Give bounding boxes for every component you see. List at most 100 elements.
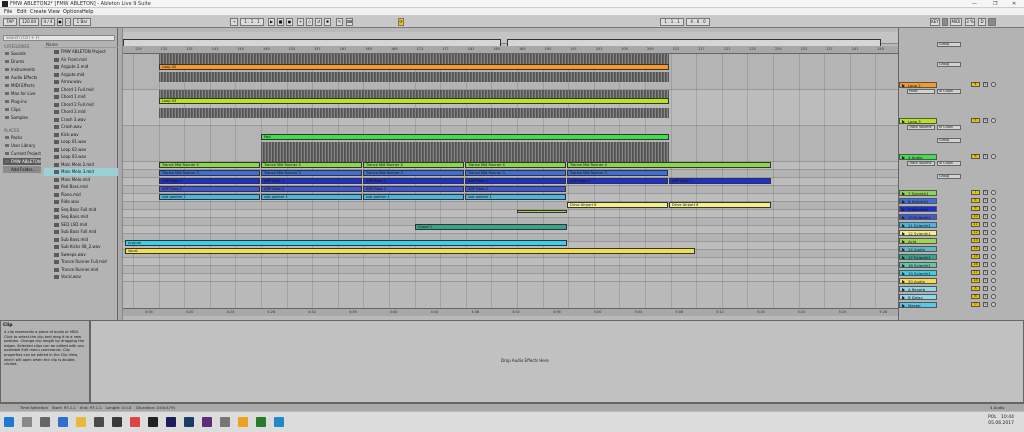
fold-arrow-icon[interactable]: [902, 120, 905, 123]
app-icon-1[interactable]: [112, 417, 122, 427]
solo-button[interactable]: S: [983, 214, 988, 219]
solo-button[interactable]: S: [983, 154, 988, 159]
category-audio-effects[interactable]: Audio Effects: [3, 74, 41, 81]
reenable-automation-icon[interactable]: ↺: [315, 18, 322, 26]
follow-arrow-icon[interactable]: →: [230, 18, 238, 26]
app-icon-2[interactable]: [130, 417, 140, 427]
track-lane[interactable]: [123, 266, 899, 274]
file-item[interactable]: Chord 2.mid: [44, 108, 118, 116]
solo-button[interactable]: S: [983, 294, 988, 299]
fold-arrow-icon[interactable]: [902, 240, 905, 243]
arm-record-button[interactable]: [991, 294, 996, 299]
automation-chooser[interactable]: Mute: [907, 89, 935, 94]
solo-button[interactable]: S: [983, 286, 988, 291]
file-item[interactable]: Arrow.wav: [44, 78, 118, 86]
track-name[interactable]: A Reverb: [899, 286, 937, 292]
automation-arm-icon[interactable]: ◇: [306, 18, 313, 26]
arrangement-clip[interactable]: Drive Airport 6: [567, 202, 668, 208]
file-item[interactable]: Seq Bass Full.mid: [44, 206, 118, 214]
track-activator[interactable]: 9: [971, 206, 980, 211]
metronome-icon[interactable]: ●: [57, 18, 63, 26]
key-map-button[interactable]: KEY: [930, 18, 940, 26]
app-icon-6[interactable]: [274, 417, 284, 427]
solo-button[interactable]: S: [983, 270, 988, 275]
track-name[interactable]: Loop 2: [899, 82, 937, 88]
file-item[interactable]: Chord 1.mid: [44, 93, 118, 101]
language-indicator[interactable]: POL: [988, 415, 997, 420]
track-activator[interactable]: 14: [971, 246, 980, 251]
maximize-button[interactable]: ❐: [993, 1, 997, 7]
file-item[interactable]: Trance Runner Full.mid: [44, 258, 118, 266]
file-item[interactable]: Main Melo 2.mid: [44, 161, 118, 169]
after-effects-icon[interactable]: [202, 417, 212, 427]
group-chooser[interactable]: Group: [937, 174, 961, 179]
minimize-button[interactable]: —: [972, 1, 977, 7]
fold-arrow-icon[interactable]: [902, 256, 905, 259]
search-icon[interactable]: [22, 417, 32, 427]
file-item[interactable]: Crash.wav: [44, 123, 118, 131]
arrangement-clip[interactable]: sub pointer 1: [159, 194, 260, 200]
fold-arrow-icon[interactable]: [902, 288, 905, 291]
device-view[interactable]: Drop Audio Effects Here: [90, 320, 1024, 403]
solo-button[interactable]: S: [983, 198, 988, 203]
file-item[interactable]: Kick.wav: [44, 131, 118, 139]
beat-ruler[interactable]: 129 133 137 141 145 149 153 157 161 165 169 173 177 1…: [123, 46, 899, 54]
fold-arrow-icon[interactable]: [902, 216, 905, 219]
fold-arrow-icon[interactable]: [902, 264, 905, 267]
track-name[interactable]: 11 Sylenth1: [899, 222, 937, 228]
track-lane[interactable]: [123, 274, 899, 282]
solo-button[interactable]: S: [983, 302, 988, 307]
midi-map-button[interactable]: MIDI: [950, 18, 962, 26]
category-midi-effects[interactable]: MIDI Effects: [3, 82, 41, 89]
record-icon[interactable]: ●: [286, 18, 293, 26]
track-activator[interactable]: 8: [971, 198, 980, 203]
file-item[interactable]: SEQ LSD.mid: [44, 221, 118, 229]
track-activator[interactable]: 10: [971, 214, 980, 219]
solo-button[interactable]: S: [983, 238, 988, 243]
play-icon[interactable]: ▶: [268, 18, 275, 26]
draw-mode-icon[interactable]: ✎: [336, 18, 343, 26]
track-name[interactable]: 20 Audio: [899, 278, 937, 284]
arrangement-clip[interactable]: Trance Mid Runner 3: [465, 170, 566, 176]
arm-record-button[interactable]: [991, 82, 996, 87]
arrangement-clip[interactable]: Loop 03: [159, 98, 669, 104]
explorer-icon[interactable]: [76, 417, 86, 427]
overdub-icon[interactable]: +: [297, 18, 304, 26]
input-chooser[interactable]: In Chain: [937, 125, 961, 130]
arrangement-clip[interactable]: Trance Mid Runner 4: [363, 162, 464, 168]
fold-arrow-icon[interactable]: [902, 84, 905, 87]
track-activator[interactable]: A: [971, 286, 980, 291]
place-current-project[interactable]: Current Project: [3, 150, 41, 157]
start-icon[interactable]: [4, 417, 14, 427]
fold-arrow-icon[interactable]: [902, 192, 905, 195]
track-name[interactable]: 7 Sylenth1: [899, 190, 937, 196]
track-activator[interactable]: 18: [971, 278, 980, 283]
track-name[interactable]: 14 Audio: [899, 246, 937, 252]
track-activator[interactable]: 17: [971, 270, 980, 275]
arrangement-clip[interactable]: ARP Bass 2: [363, 186, 464, 192]
arm-record-button[interactable]: [991, 214, 996, 219]
time-signature-field[interactable]: 4 / 4: [41, 18, 55, 26]
arrangement-clip[interactable]: Loop 02: [159, 64, 669, 70]
place-user-library[interactable]: User Library: [3, 142, 41, 149]
track-name[interactable]: 10 Sylenth1: [899, 214, 937, 220]
fold-arrow-icon[interactable]: [902, 296, 905, 299]
category-clips[interactable]: Clips: [3, 106, 41, 113]
arrangement-clip[interactable]: Trance Mid Runner 3: [159, 170, 260, 176]
file-item[interactable]: Main Melo 3.mid: [44, 168, 118, 176]
track-name[interactable]: Master: [899, 302, 937, 308]
arrangement-clip[interactable]: sub pointer 1: [261, 194, 362, 200]
arm-record-button[interactable]: [991, 302, 996, 307]
arm-record-button[interactable]: [991, 118, 996, 123]
file-item[interactable]: Loop 02.wav: [44, 146, 118, 154]
task-view-icon[interactable]: [40, 417, 50, 427]
track-activator[interactable]: 0: [971, 302, 980, 307]
app-icon-3[interactable]: [220, 417, 230, 427]
track-name[interactable]: Acid: [899, 238, 937, 244]
arrangement-clip[interactable]: ARP Bass 1: [567, 178, 668, 184]
arm-record-button[interactable]: [991, 246, 996, 251]
file-item[interactable]: Sub Bass Full.mid: [44, 228, 118, 236]
category-drums[interactable]: Drums: [3, 58, 41, 65]
solo-button[interactable]: S: [983, 222, 988, 227]
solo-button[interactable]: S: [983, 254, 988, 259]
